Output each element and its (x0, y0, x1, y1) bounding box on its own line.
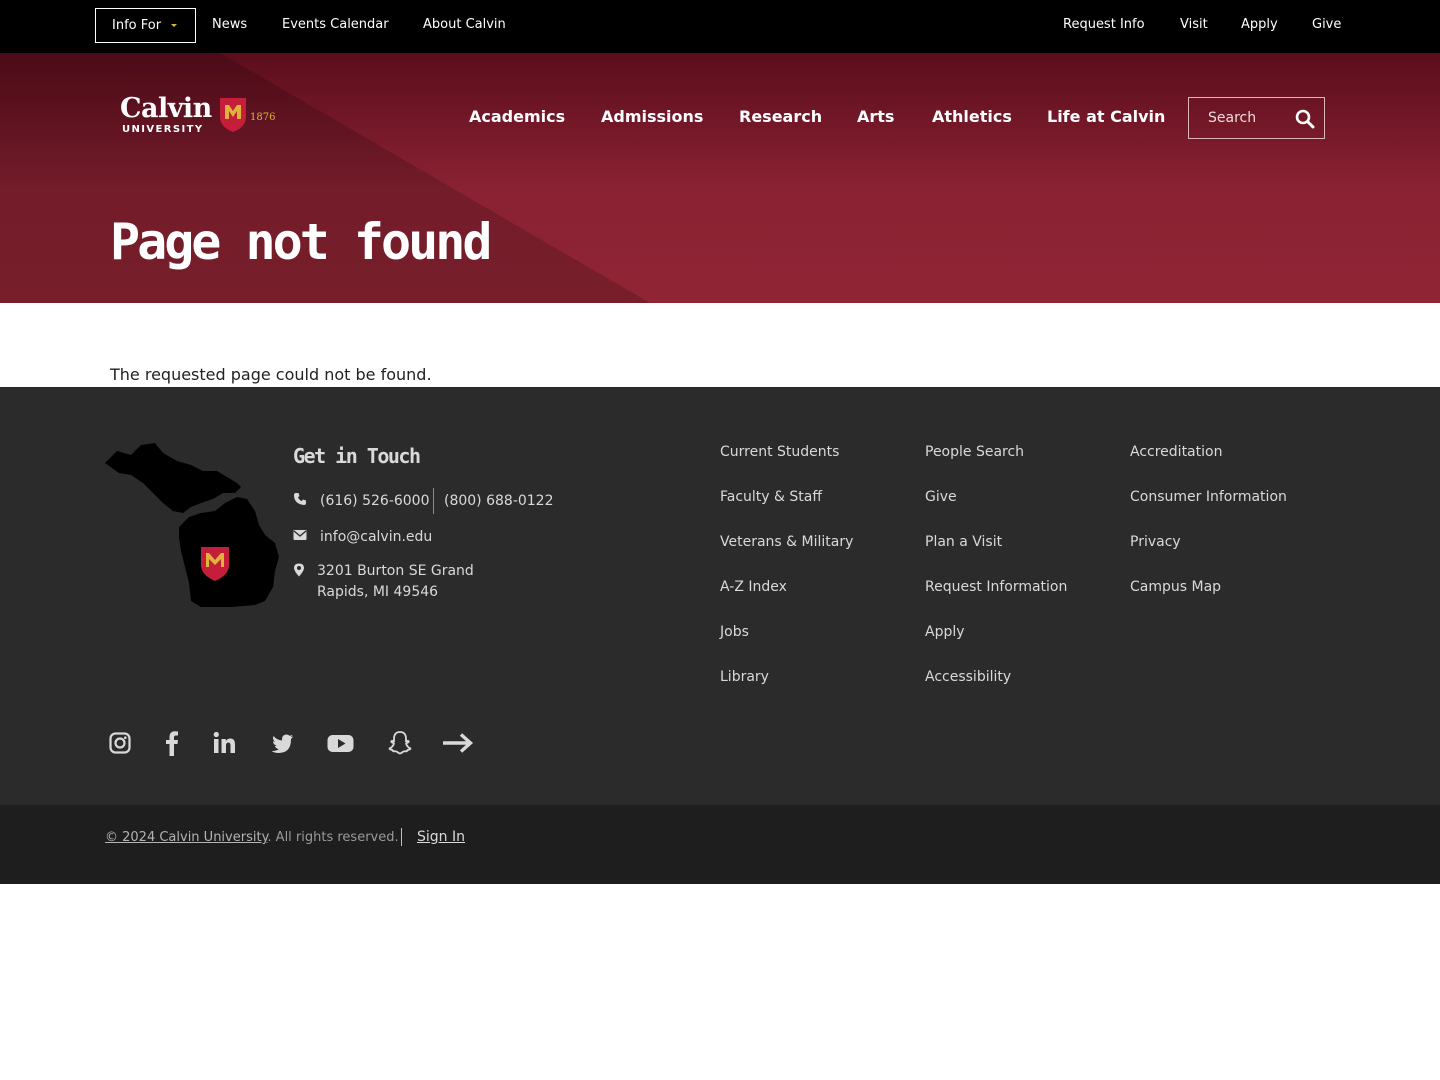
address-line-2: Rapids, MI 49546 (317, 584, 439, 600)
logo-subtitle: UNIVERSITY (122, 124, 204, 135)
snapchat-icon[interactable] (388, 729, 412, 757)
util-link-events-calendar[interactable]: Events Calendar (282, 17, 389, 32)
not-found-message: The requested page could not be found. (110, 365, 432, 384)
nav-academics[interactable]: Academics (469, 107, 565, 126)
phone-local-link[interactable]: (616) 526-6000 (320, 493, 430, 509)
footer-link-people-search[interactable]: People Search (925, 444, 1024, 460)
footer-link-consumer-information[interactable]: Consumer Information (1130, 489, 1287, 505)
nav-admissions[interactable]: Admissions (601, 107, 703, 126)
info-for-label: Info For (112, 18, 162, 33)
util-link-visit[interactable]: Visit (1180, 17, 1208, 32)
footer-link-accessibility[interactable]: Accessibility (925, 669, 1011, 685)
michigan-map-icon (105, 443, 279, 607)
site-footer: Get in Touch (616) 526-6000 (800) 688-01… (0, 387, 1440, 805)
more-arrow-icon[interactable] (442, 729, 474, 757)
footer-bottom-bar: © 2024 Calvin University. All rights res… (0, 805, 1440, 884)
util-link-news[interactable]: News (212, 17, 247, 32)
get-in-touch-heading: Get in Touch (293, 444, 421, 468)
search-box (1188, 97, 1325, 139)
footer-link-give[interactable]: Give (925, 489, 957, 505)
util-link-about-calvin[interactable]: About Calvin (423, 17, 506, 32)
footer-link-request-information[interactable]: Request Information (925, 579, 1067, 595)
bottom-divider (401, 828, 402, 846)
search-icon[interactable] (1294, 108, 1316, 130)
facebook-icon[interactable] (165, 729, 179, 757)
nav-research[interactable]: Research (739, 107, 822, 126)
footer-link-campus-map[interactable]: Campus Map (1130, 579, 1221, 595)
map-marker-icon (294, 563, 304, 577)
footer-link-apply[interactable]: Apply (925, 624, 965, 640)
footer-link-veterans-military[interactable]: Veterans & Military (720, 534, 853, 550)
phone-toll-free-link[interactable]: (800) 688-0122 (444, 493, 554, 509)
linkedin-icon[interactable] (213, 729, 236, 757)
sign-in-link[interactable]: Sign In (417, 829, 465, 845)
phone-divider (433, 488, 434, 514)
calvin-university-logo[interactable]: Calvin UNIVERSITY 1876 (120, 93, 280, 139)
email-link[interactable]: info@calvin.edu (320, 529, 432, 545)
nav-arts[interactable]: Arts (857, 107, 894, 126)
util-link-request-info[interactable]: Request Info (1063, 17, 1145, 32)
footer-link-privacy[interactable]: Privacy (1130, 534, 1181, 550)
envelope-icon (293, 530, 307, 540)
page-title: Page not found (110, 213, 492, 271)
utility-bar: Info For News Events Calendar About Calv… (0, 0, 1440, 53)
shield-icon (220, 98, 246, 132)
copyright-text: © 2024 Calvin University. All rights res… (105, 830, 399, 845)
copyright-rest: . All rights reserved. (267, 830, 399, 845)
info-for-dropdown[interactable]: Info For (95, 8, 196, 43)
copyright-link[interactable]: © 2024 Calvin University (105, 830, 267, 845)
instagram-icon[interactable] (109, 729, 131, 757)
search-input[interactable] (1189, 98, 1289, 138)
footer-link-library[interactable]: Library (720, 669, 769, 685)
hero-banner: Calvin UNIVERSITY 1876 Academics Admissi… (0, 53, 1440, 303)
phone-icon (294, 493, 306, 505)
caret-down-icon (171, 24, 178, 27)
footer-link-jobs[interactable]: Jobs (720, 624, 749, 640)
footer-link-current-students[interactable]: Current Students (720, 444, 839, 460)
footer-link-accreditation[interactable]: Accreditation (1130, 444, 1222, 460)
twitter-icon[interactable] (269, 729, 294, 757)
footer-link-faculty-staff[interactable]: Faculty & Staff (720, 489, 822, 505)
util-link-apply[interactable]: Apply (1241, 17, 1278, 32)
nav-athletics[interactable]: Athletics (932, 107, 1012, 126)
util-link-give[interactable]: Give (1312, 17, 1341, 32)
logo-wordmark: Calvin (120, 93, 212, 124)
nav-life-at-calvin[interactable]: Life at Calvin (1047, 107, 1165, 126)
address-line-1: 3201 Burton SE Grand (317, 563, 474, 579)
logo-year: 1876 (250, 112, 276, 123)
footer-link-a-z-index[interactable]: A-Z Index (720, 579, 787, 595)
footer-link-plan-a-visit[interactable]: Plan a Visit (925, 534, 1002, 550)
youtube-icon[interactable] (327, 729, 354, 757)
